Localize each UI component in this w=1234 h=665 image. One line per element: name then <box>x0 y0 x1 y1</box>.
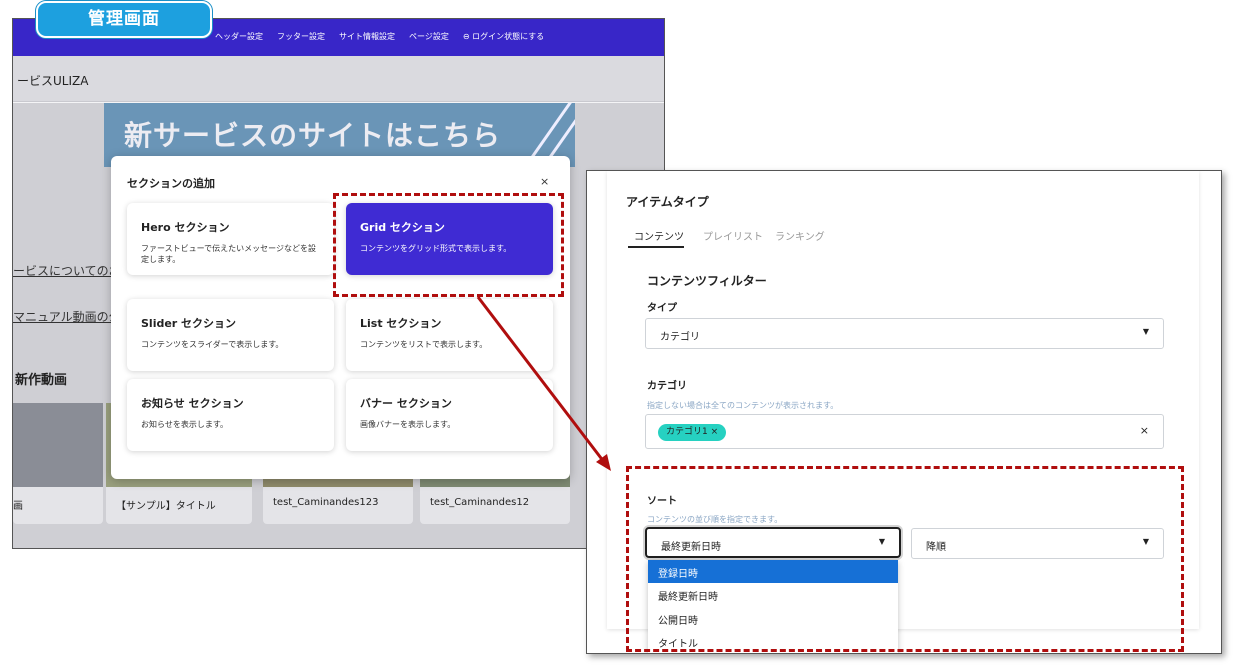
canvas: ヘッダー設定 フッター設定 サイト情報設定 ページ設定 ⊖ ログイン状態にする … <box>0 0 1234 665</box>
callout-arrow-icon <box>476 296 611 471</box>
